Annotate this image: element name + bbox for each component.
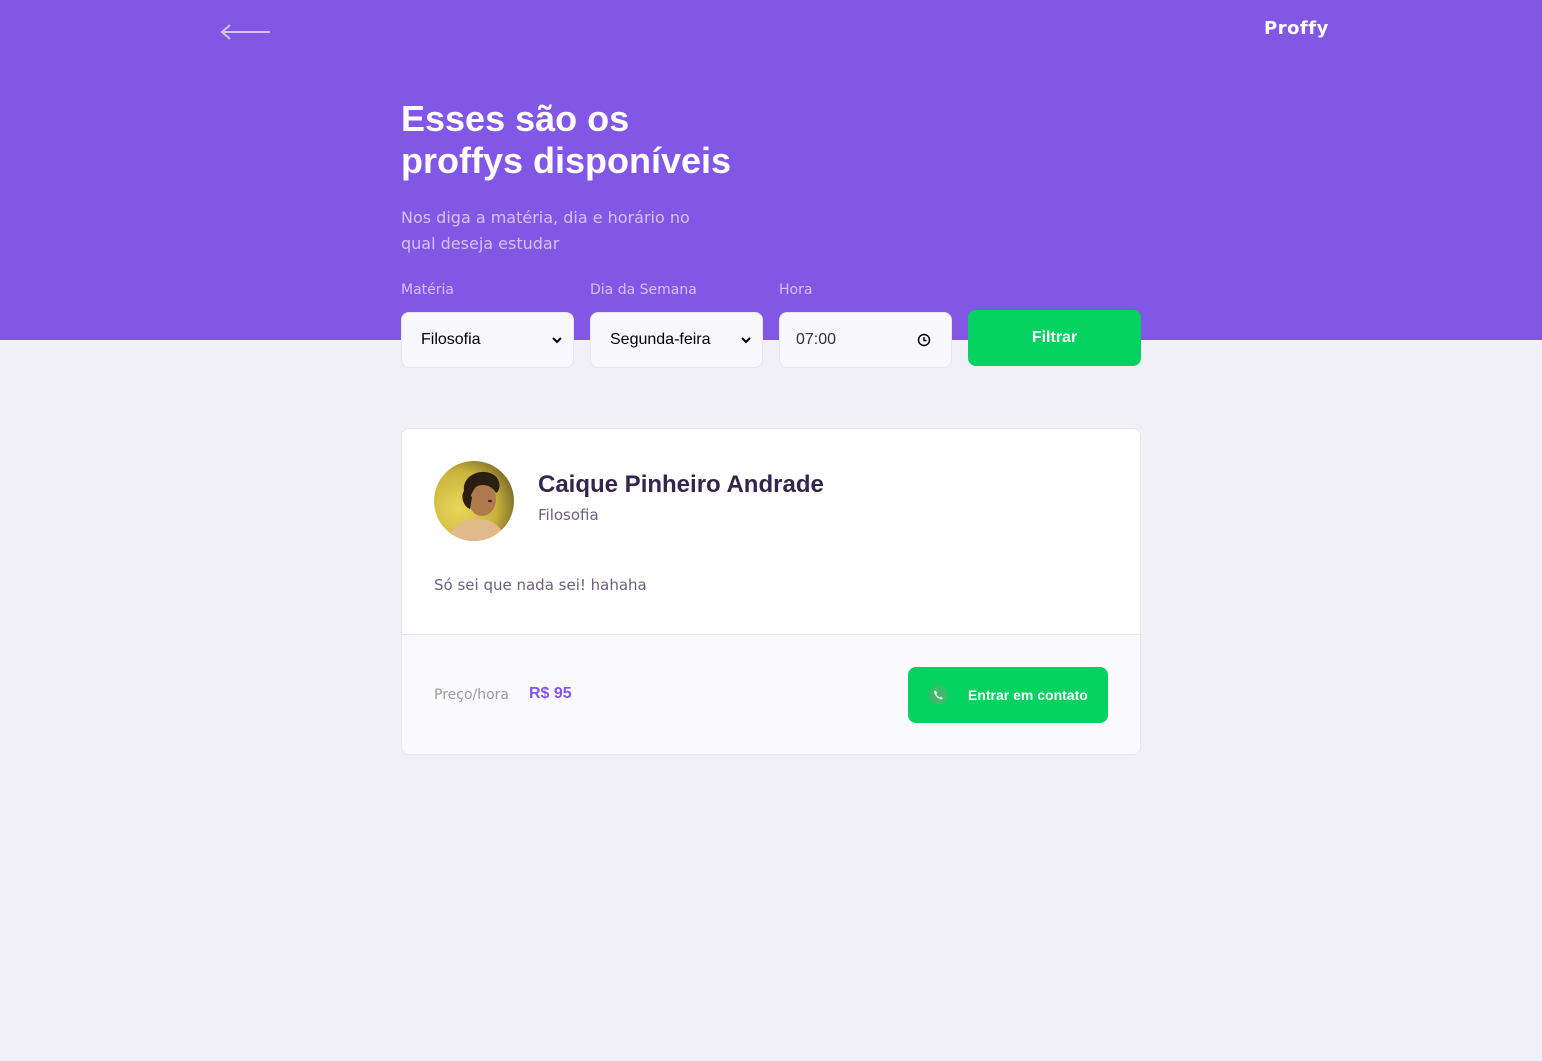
teacher-name: Caique Pinheiro Andrade xyxy=(538,471,824,498)
subject-label: Matéria xyxy=(401,282,454,298)
page-subtitle: Nos diga a matéria, dia e horário no qua… xyxy=(401,208,690,253)
page-title-line-2: proffys disponíveis xyxy=(401,140,732,181)
clock-icon[interactable] xyxy=(917,333,931,347)
price-label: Preço/hora xyxy=(434,687,510,703)
chevron-down-icon xyxy=(552,337,562,344)
arrow-left-icon[interactable] xyxy=(218,20,274,44)
subject-select[interactable]: Filosofia xyxy=(401,312,574,368)
time-label: Hora xyxy=(779,282,813,298)
teacher-bio: Só sei que nada sei! hahaha xyxy=(434,576,647,594)
filter-button[interactable]: Filtrar xyxy=(968,310,1141,366)
time-input[interactable]: 07:00 xyxy=(779,312,952,368)
avatar-image xyxy=(434,461,514,541)
time-input-value: 07:00 xyxy=(796,331,837,348)
weekday-select-value: Segunda-feira xyxy=(610,331,711,348)
proffy-logo: Proffy xyxy=(1264,18,1329,39)
subject-select-value: Filosofia xyxy=(421,331,481,348)
page-header: Proffy Esses são os proffys disponíveis … xyxy=(0,0,1542,340)
page-title: Esses são os proffys disponíveis xyxy=(401,98,821,182)
page-title-line-1: Esses são os xyxy=(401,98,630,139)
teacher-card: Caique Pinheiro Andrade Filosofia Só sei… xyxy=(401,428,1141,755)
weekday-label: Dia da Semana xyxy=(590,282,697,298)
weekday-select[interactable]: Segunda-feira xyxy=(590,312,763,368)
contact-button-label: Entrar em contato xyxy=(968,687,1088,703)
contact-button[interactable]: Entrar em contato xyxy=(908,667,1108,723)
chevron-down-icon xyxy=(741,337,751,344)
teacher-subject: Filosofia xyxy=(538,506,599,524)
avatar xyxy=(434,461,514,541)
price-value: R$ 95 xyxy=(529,685,572,702)
whatsapp-icon xyxy=(928,685,948,705)
card-footer: Preço/hora R$ 95 Entrar em contato xyxy=(402,634,1140,754)
